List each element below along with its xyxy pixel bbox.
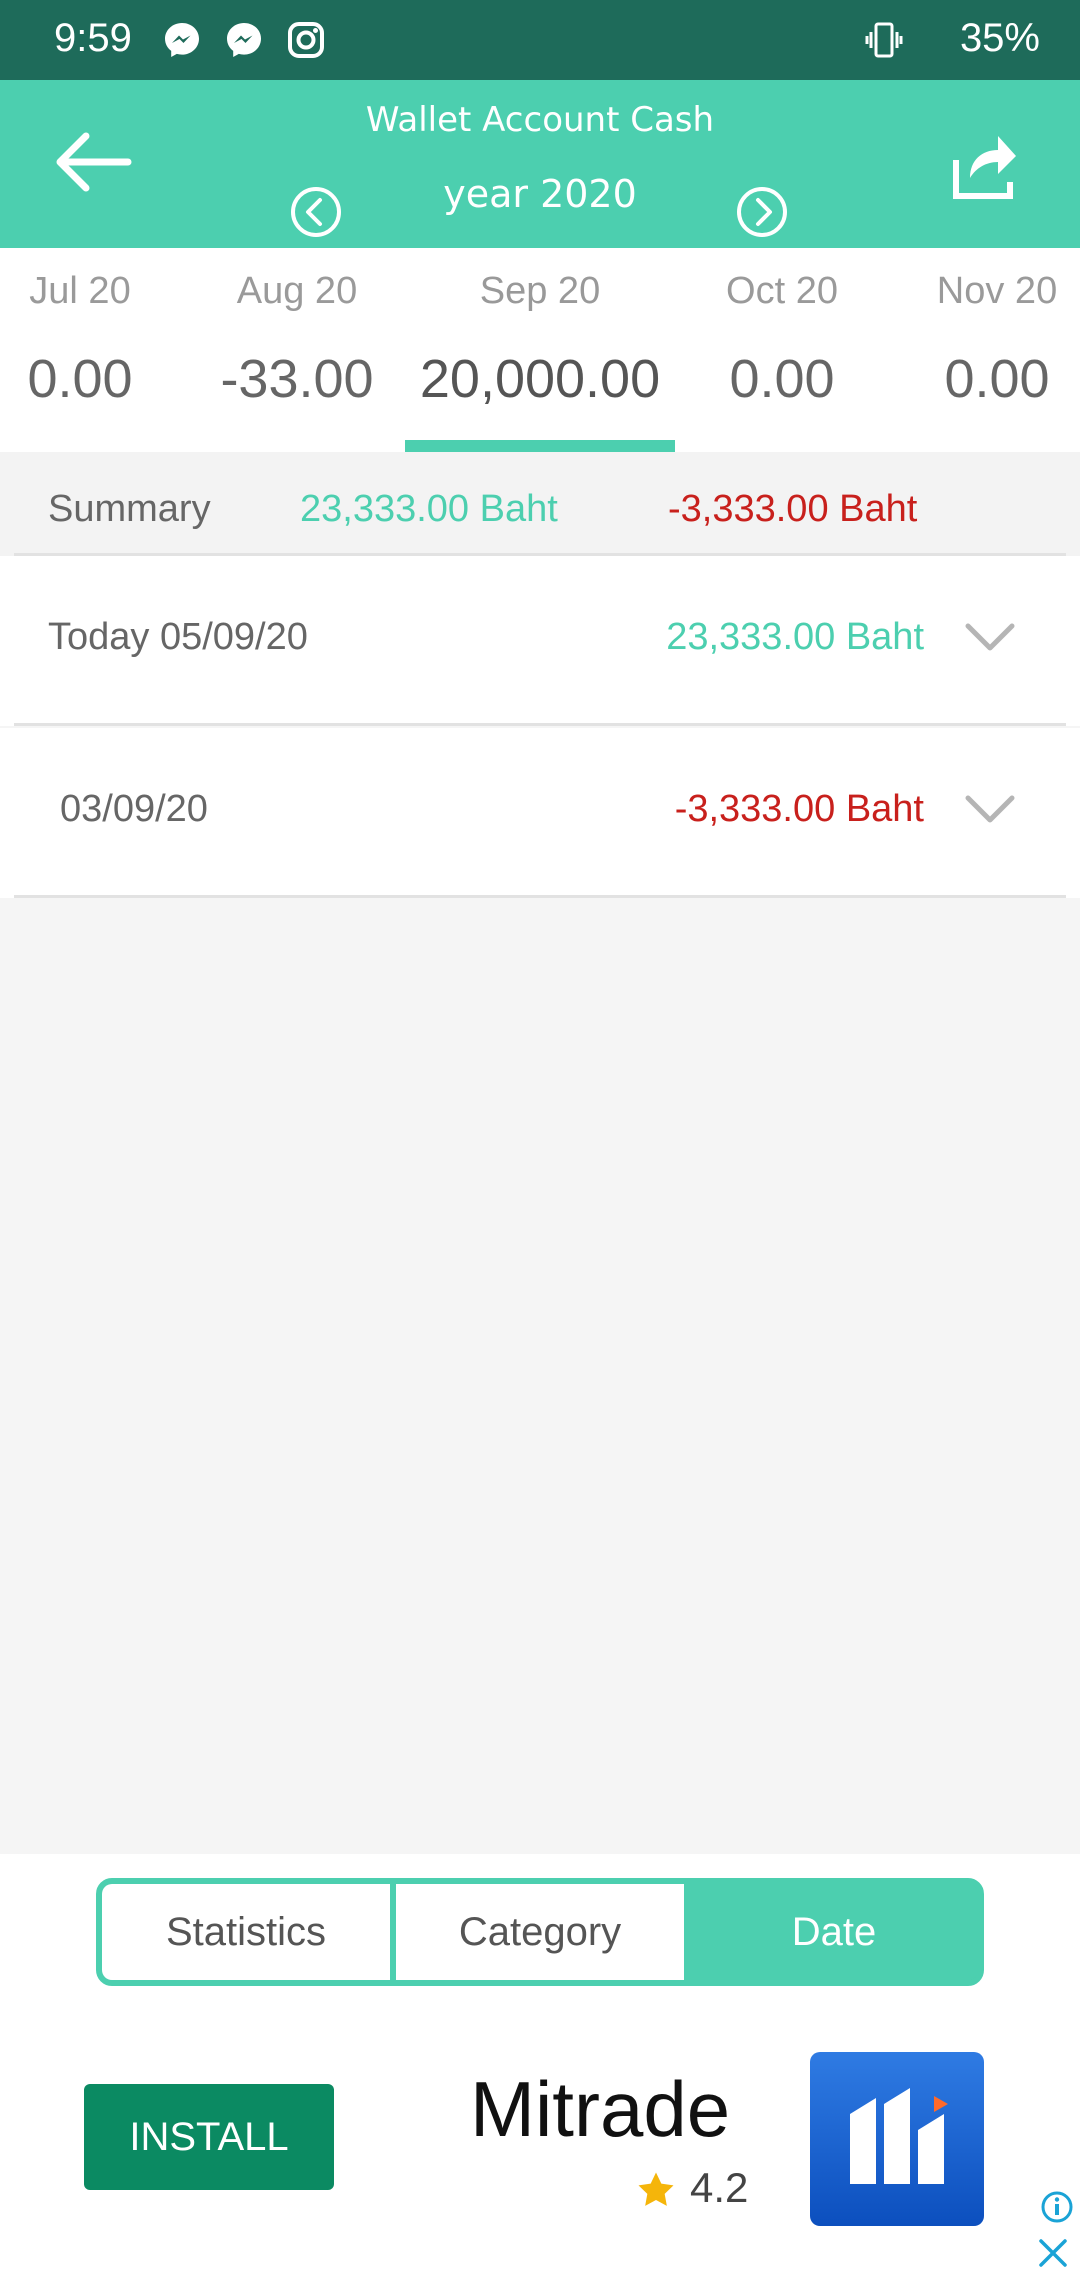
chevron-down-icon[interactable]	[964, 622, 1016, 654]
month-value: -33.00	[220, 349, 374, 409]
chevron-down-icon[interactable]	[964, 794, 1016, 826]
view-segmented-control: Statistics Category Date	[96, 1878, 984, 1986]
summary-expense: -3,333.00 Baht	[668, 488, 918, 530]
month-sep[interactable]: Sep 20 20,000.00	[405, 248, 675, 452]
divider	[14, 723, 1066, 726]
vibrate-icon	[865, 22, 903, 58]
date-amount: 23,333.00 Baht	[666, 616, 924, 658]
status-bar: 9:59 35%	[0, 0, 1080, 80]
ad-install-button[interactable]: INSTALL	[84, 2084, 334, 2190]
app-header: Wallet Account Cash year 2020	[0, 80, 1080, 248]
month-value: 0.00	[944, 349, 1050, 409]
previous-year-icon[interactable]	[290, 186, 342, 238]
year-label: year 2020	[443, 172, 637, 216]
month-label: Sep 20	[479, 270, 601, 312]
month-label: Nov 20	[936, 270, 1058, 312]
selected-month-indicator	[405, 440, 675, 452]
month-aug[interactable]: Aug 20 -33.00	[162, 248, 432, 452]
ad-app-name[interactable]: Mitrade	[470, 2064, 730, 2155]
status-time: 9:59	[54, 16, 132, 60]
wallet-title: Wallet Account Cash	[365, 100, 715, 140]
messenger-icon	[227, 23, 261, 57]
mitrade-logo-icon	[850, 2088, 948, 2184]
month-label: Aug 20	[236, 270, 358, 312]
messenger-icon	[165, 23, 199, 57]
date-row-0309[interactable]: 03/09/20 -3,333.00 Baht	[0, 728, 1080, 898]
ad-app-logo[interactable]	[810, 2052, 984, 2226]
tab-date[interactable]: Date	[690, 1884, 978, 1980]
info-icon[interactable]	[1040, 2190, 1074, 2224]
share-icon[interactable]	[948, 126, 1018, 202]
ad-rating: 4.2	[690, 2164, 749, 2211]
divider	[14, 895, 1066, 898]
month-nov[interactable]: Nov 20 0.00	[862, 248, 1080, 452]
month-strip: Jul 20 0.00 Aug 20 -33.00 Sep 20 20,000.…	[0, 248, 1080, 452]
close-icon[interactable]	[1038, 2238, 1068, 2268]
month-value: 20,000.00	[419, 349, 661, 409]
next-year-icon[interactable]	[736, 186, 788, 238]
date-amount: -3,333.00 Baht	[674, 788, 924, 830]
date-label: Today 05/09/20	[48, 616, 308, 658]
summary-label: Summary	[48, 488, 211, 530]
summary-row: Summary 23,333.00 Baht -3,333.00 Baht	[0, 452, 1080, 556]
instagram-icon	[288, 22, 324, 58]
date-label: 03/09/20	[60, 788, 208, 830]
battery-percent: 35%	[959, 16, 1040, 60]
tab-category[interactable]: Category	[396, 1884, 684, 1980]
date-row-today[interactable]: Today 05/09/20 23,333.00 Baht	[0, 556, 1080, 726]
tab-statistics[interactable]: Statistics	[102, 1884, 390, 1980]
summary-income: 23,333.00 Baht	[300, 488, 558, 530]
star-icon	[638, 2172, 674, 2206]
